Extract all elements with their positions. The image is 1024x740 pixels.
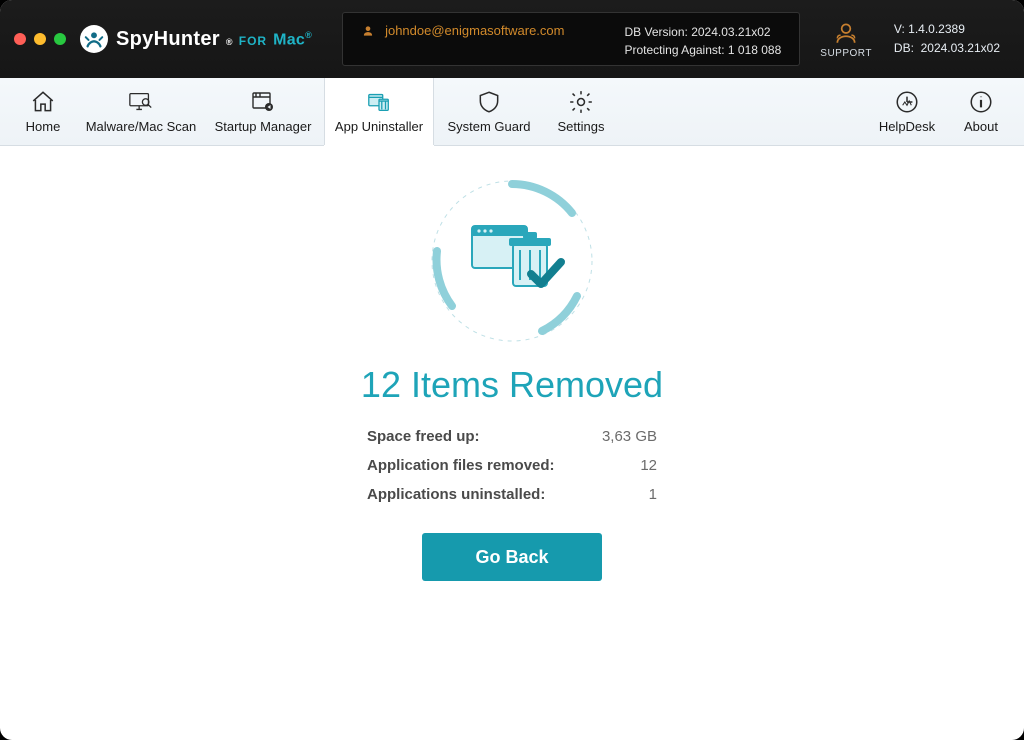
main-toolbar: Home Malware/Mac Scan Startup Manager Ap…: [0, 78, 1024, 146]
db-version-value: 2024.03.21x02: [691, 25, 770, 39]
support-label: SUPPORT: [820, 48, 872, 59]
tab-startup-manager[interactable]: Startup Manager: [202, 78, 324, 145]
tab-home[interactable]: Home: [6, 78, 80, 145]
account-meta: DB Version: 2024.03.21x02 Protecting Aga…: [624, 23, 781, 59]
tab-about[interactable]: About: [944, 78, 1018, 145]
gear-icon: [568, 89, 594, 115]
close-window-icon[interactable]: [14, 33, 26, 45]
user-icon: [361, 24, 375, 38]
result-hero-graphic: [427, 176, 597, 346]
stat-files-label: Application files removed:: [367, 457, 555, 474]
version-label: V:: [894, 22, 905, 36]
tab-about-label: About: [964, 119, 998, 134]
go-back-button[interactable]: Go Back: [422, 533, 602, 581]
home-icon: [30, 89, 56, 115]
tab-uninstaller-label: App Uninstaller: [335, 119, 423, 134]
version-info: V: 1.4.0.2389 DB: 2024.03.21x02: [894, 20, 1000, 58]
minimize-window-icon[interactable]: [34, 33, 46, 45]
tab-settings-label: Settings: [558, 119, 605, 134]
product-name: SpyHunter ® FOR Mac®: [116, 28, 312, 51]
app-window: SpyHunter ® FOR Mac® johndoe@enigmasoftwa…: [0, 0, 1024, 740]
info-icon: [968, 89, 994, 115]
uninstaller-icon: [366, 89, 392, 115]
tab-app-uninstaller[interactable]: App Uninstaller: [324, 78, 434, 145]
window-controls: [14, 33, 66, 45]
titlebar: SpyHunter ® FOR Mac® johndoe@enigmasoftwa…: [0, 0, 1024, 78]
product-mac: Mac®: [273, 30, 312, 49]
cleanup-complete-icon: [427, 176, 597, 346]
result-stats: Space freed up: 3,63 GB Application file…: [367, 428, 657, 503]
db-version-label: DB Version:: [624, 25, 687, 39]
tab-settings[interactable]: Settings: [544, 78, 618, 145]
monitor-scan-icon: [128, 89, 154, 115]
stat-files-removed: Application files removed: 12: [367, 457, 657, 474]
version-value: 1.4.0.2389: [908, 22, 965, 36]
stat-space-value: 3,63 GB: [602, 428, 657, 445]
tab-helpdesk[interactable]: HelpDesk: [870, 78, 944, 145]
startup-icon: [250, 89, 276, 115]
helpdesk-icon: [894, 89, 920, 115]
support-button[interactable]: SUPPORT: [820, 20, 872, 59]
registered-mark: ®: [226, 37, 233, 47]
account-email-block[interactable]: johndoe@enigmasoftware.com: [361, 23, 564, 38]
stat-files-value: 12: [640, 457, 657, 474]
product-name-text: SpyHunter: [116, 28, 220, 51]
tab-scan-label: Malware/Mac Scan: [86, 119, 197, 134]
db-value: 2024.03.21x02: [921, 41, 1000, 55]
tab-startup-label: Startup Manager: [215, 119, 312, 134]
logo-icon: [80, 25, 108, 53]
stat-space-label: Space freed up:: [367, 428, 480, 445]
product-for: FOR: [239, 34, 267, 48]
stat-space-freed: Space freed up: 3,63 GB: [367, 428, 657, 445]
db-label: DB:: [894, 41, 914, 55]
tab-system-guard[interactable]: System Guard: [434, 78, 544, 145]
shield-icon: [476, 89, 502, 115]
stat-apps-value: 1: [649, 486, 657, 503]
account-email: johndoe@enigmasoftware.com: [385, 23, 564, 38]
tab-guard-label: System Guard: [447, 119, 530, 134]
product-logo: SpyHunter ® FOR Mac®: [80, 25, 312, 53]
tab-home-label: Home: [26, 119, 61, 134]
content-area: 12 Items Removed Space freed up: 3,63 GB…: [8, 146, 1016, 730]
tab-malware-scan[interactable]: Malware/Mac Scan: [80, 78, 202, 145]
stat-apps-uninstalled: Applications uninstalled: 1: [367, 486, 657, 503]
result-headline: 12 Items Removed: [8, 364, 1016, 406]
maximize-window-icon[interactable]: [54, 33, 66, 45]
tab-helpdesk-label: HelpDesk: [879, 119, 935, 134]
stat-apps-label: Applications uninstalled:: [367, 486, 545, 503]
protecting-value: 1 018 088: [728, 43, 781, 57]
account-info-panel: johndoe@enigmasoftware.com DB Version: 2…: [342, 12, 800, 66]
protecting-label: Protecting Against:: [624, 43, 724, 57]
support-icon: [833, 20, 859, 46]
